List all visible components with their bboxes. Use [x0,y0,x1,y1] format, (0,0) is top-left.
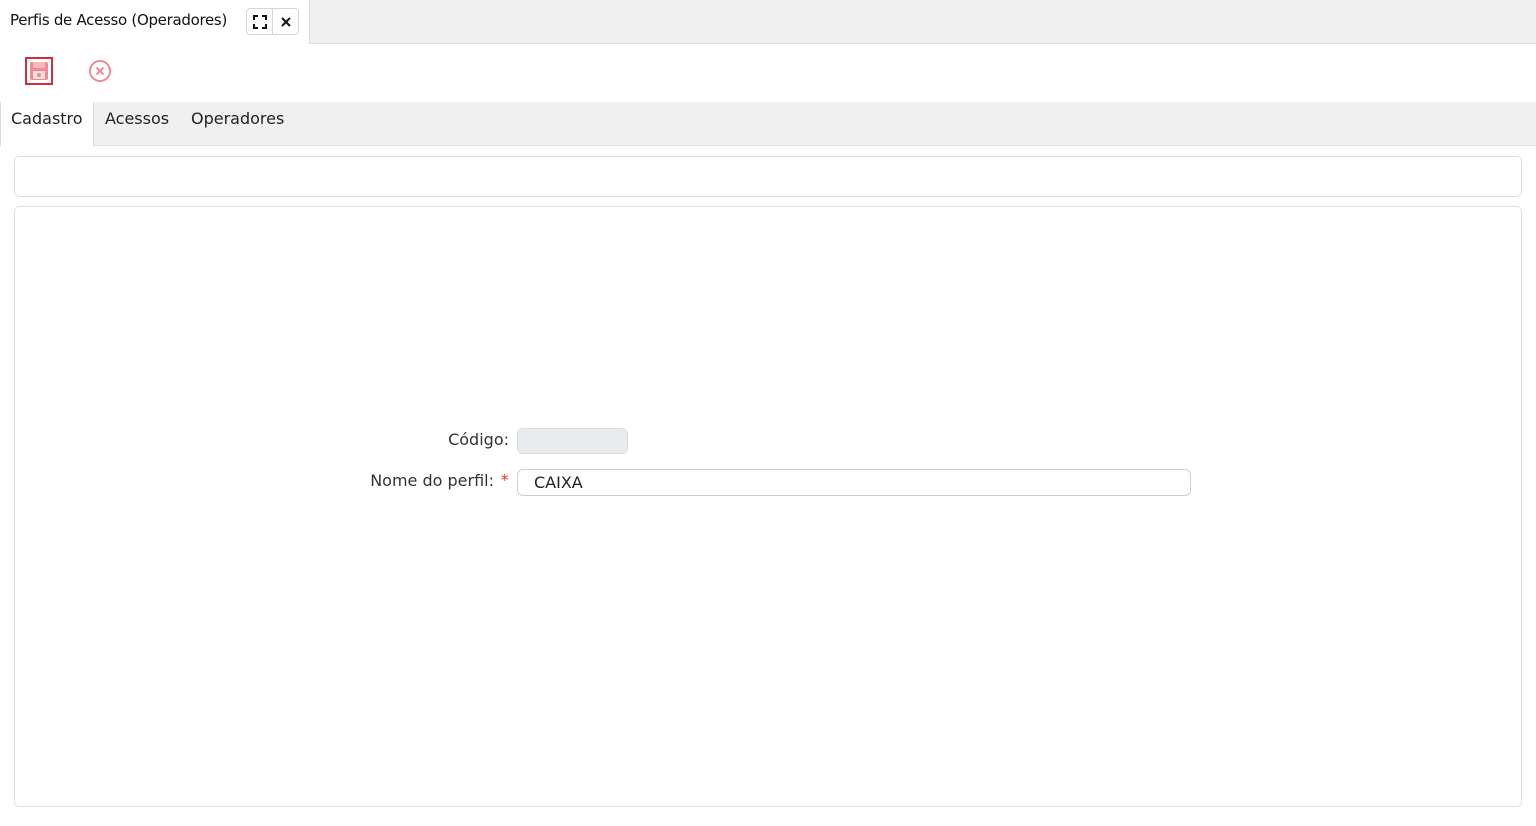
close-icon [281,16,291,27]
form-tabs: Cadastro Acessos Operadores [0,102,1536,146]
close-tab-button[interactable] [273,9,299,34]
maximize-button[interactable] [247,9,273,34]
maximize-icon [252,14,267,29]
codigo-field [517,428,628,454]
nome-perfil-label: Nome do perfil: [370,471,494,490]
window-tab-title: Perfis de Acesso (Operadores) [10,11,228,29]
toolbar [0,44,1536,102]
cancel-button[interactable] [88,59,112,83]
required-marker: * [501,471,509,489]
codigo-label: Código: [448,430,509,449]
tab-operadores[interactable]: Operadores [191,102,284,146]
tab-acessos[interactable]: Acessos [105,102,169,146]
tab-controls [246,8,299,35]
tab-cadastro[interactable]: Cadastro [0,102,94,146]
top-panel [14,156,1522,197]
nome-perfil-input[interactable] [517,469,1191,496]
main-form-panel [14,206,1522,807]
floppy-disk-icon [30,62,48,80]
window-tab-perfis[interactable]: Perfis de Acesso (Operadores) [0,0,310,44]
window-tab-bar: Perfis de Acesso (Operadores) [0,0,1536,44]
circle-x-icon [89,60,111,82]
save-button[interactable] [25,57,53,85]
